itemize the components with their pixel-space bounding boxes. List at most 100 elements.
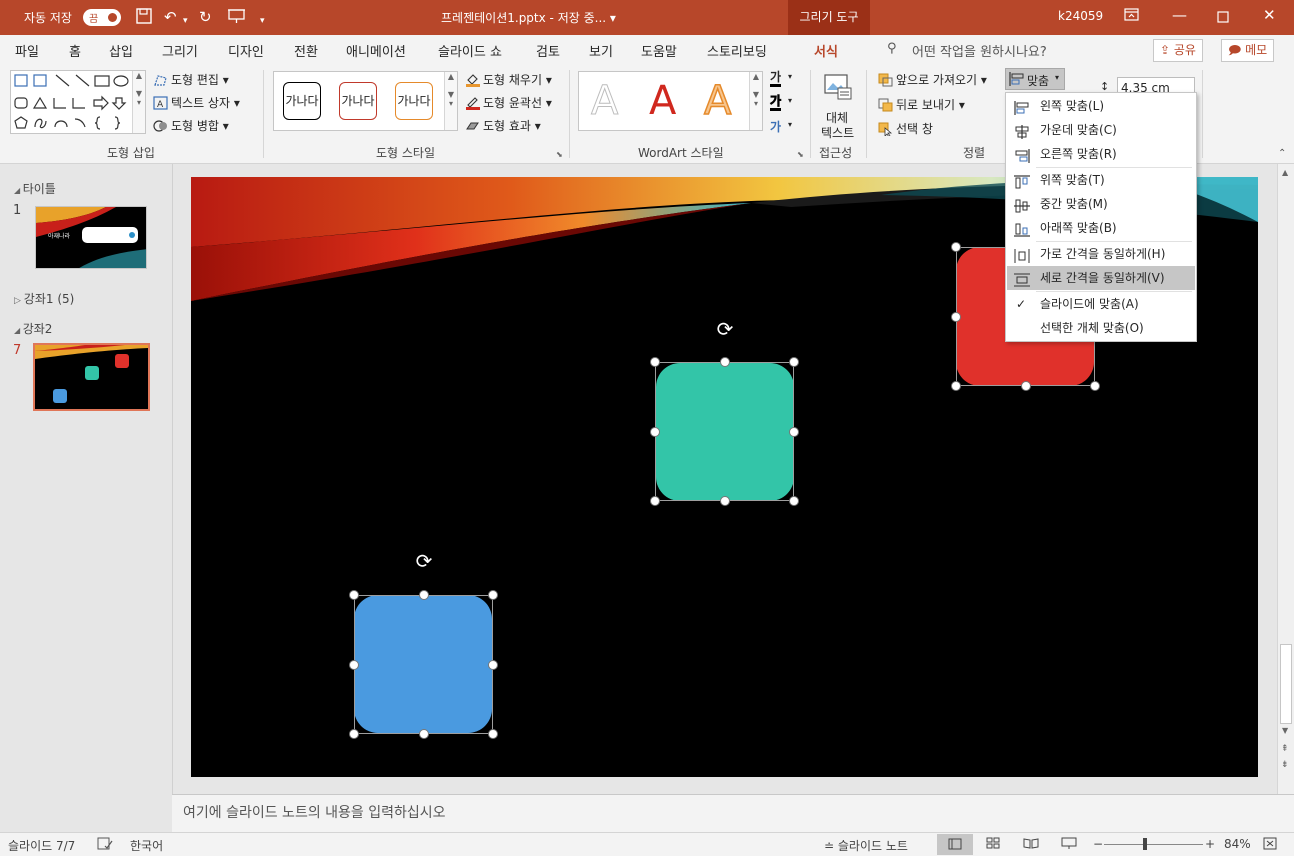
shape-style-preset-red[interactable]: 가나다	[339, 82, 377, 120]
next-slide-icon[interactable]: ⇟	[1281, 760, 1289, 770]
tab-transitions[interactable]: 전환	[294, 41, 318, 60]
collapse-ribbon-icon[interactable]: ⌃	[1278, 148, 1286, 159]
close-icon[interactable]: ✕	[1263, 6, 1276, 24]
tell-me-input[interactable]: 어떤 작업을 원하시나요?	[912, 41, 1047, 60]
teal-resize-handle-tr[interactable]	[789, 357, 799, 367]
send-backward-button[interactable]: 뒤로 보내기 ▾	[878, 96, 965, 113]
blue-resize-handle-tm[interactable]	[418, 590, 429, 600]
save-icon[interactable]	[136, 8, 152, 28]
slide-thumbnail-1[interactable]: 아재나라	[35, 206, 147, 269]
undo-icon[interactable]: ↶	[164, 8, 177, 26]
shape-styles-gallery[interactable]: 가나다 가나다 가나다 ▲ ▼ ▾	[273, 71, 458, 131]
shape-outline-button[interactable]: 도형 윤곽선 ▾	[465, 94, 552, 111]
red-resize-handle-bm[interactable]	[1020, 381, 1031, 391]
fit-to-window-icon[interactable]	[1263, 837, 1277, 853]
align-button[interactable]: 맞춤 ▾	[1005, 68, 1065, 90]
teal-rounded-square[interactable]	[656, 363, 794, 501]
shape-style-preset-black[interactable]: 가나다	[283, 82, 321, 120]
shape-style-preset-orange[interactable]: 가나다	[395, 82, 433, 120]
shapes-gallery[interactable]: ▲ ▼ ▾	[10, 70, 146, 134]
red-resize-handle-ml[interactable]	[951, 311, 961, 322]
red-resize-handle-bl[interactable]	[951, 381, 961, 391]
teal-resize-handle-tm[interactable]	[719, 357, 730, 367]
tab-review[interactable]: 검토	[536, 41, 560, 60]
user-name[interactable]: k24059	[1058, 9, 1103, 23]
redo-icon[interactable]: ↻	[199, 8, 212, 26]
reading-view-icon[interactable]	[1023, 837, 1039, 852]
slide-sorter-icon[interactable]	[986, 837, 1000, 852]
teal-rotate-handle-icon[interactable]: ⟳	[714, 318, 736, 340]
section-title[interactable]: ◢ 타이틀	[14, 180, 56, 197]
teal-resize-handle-mr[interactable]	[789, 426, 799, 437]
text-effects-button[interactable]: 가	[770, 118, 781, 135]
text-outline-dropdown-icon[interactable]: ▾	[788, 96, 792, 105]
blue-resize-handle-tl[interactable]	[349, 590, 359, 600]
menu-align-top[interactable]: 위쪽 맞춤(T)	[1007, 168, 1195, 192]
zoom-slider-track[interactable]	[1104, 844, 1203, 845]
text-fill-button[interactable]: 가	[770, 70, 782, 87]
edit-shape-button[interactable]: 도형 편집 ▾	[153, 71, 229, 88]
teal-resize-handle-br[interactable]	[789, 496, 799, 506]
share-button[interactable]: ⇪ 공유	[1153, 39, 1203, 62]
blue-rounded-square[interactable]	[354, 595, 492, 733]
shapes-gallery-scroll[interactable]: ▲ ▼ ▾	[132, 71, 145, 133]
wordart-preset-red[interactable]: A	[649, 78, 676, 124]
teal-resize-handle-bl[interactable]	[650, 496, 660, 506]
zoom-slider-thumb[interactable]	[1143, 838, 1147, 850]
menu-align-bottom[interactable]: 아래쪽 맞춤(B)	[1007, 216, 1195, 240]
shape-fill-button[interactable]: 도형 채우기 ▾	[465, 71, 552, 88]
text-fill-dropdown-icon[interactable]: ▾	[788, 72, 792, 81]
vertical-scrollbar[interactable]: ▲ ▼ ⇞ ⇟	[1277, 164, 1294, 794]
minimize-icon[interactable]: —	[1172, 6, 1187, 24]
menu-distribute-vertically[interactable]: 세로 간격을 동일하게(V)	[1007, 266, 1195, 290]
teal-resize-handle-bm[interactable]	[719, 496, 730, 506]
blue-resize-handle-bl[interactable]	[349, 729, 359, 739]
tab-file[interactable]: 파일	[15, 41, 39, 60]
search-icon[interactable]: ⚲	[887, 41, 897, 56]
scroll-up-icon[interactable]: ▲	[1282, 168, 1288, 177]
tab-design[interactable]: 디자인	[228, 41, 264, 60]
blue-resize-handle-tr[interactable]	[488, 590, 498, 600]
tab-insert[interactable]: 삽입	[109, 41, 133, 60]
tab-help[interactable]: 도움말	[641, 41, 677, 60]
red-resize-handle-tl[interactable]	[951, 242, 961, 252]
start-slideshow-icon[interactable]	[228, 8, 246, 28]
menu-align-selected-objects[interactable]: 선택한 개체 맞춤(O)	[1007, 316, 1195, 340]
wordart-launcher-icon[interactable]: ⬊	[797, 150, 804, 159]
menu-align-middle[interactable]: 중간 맞춤(M)	[1007, 192, 1195, 216]
blue-resize-handle-mr[interactable]	[488, 659, 498, 670]
section-lesson-1[interactable]: ▷ 강좌1 (5)	[14, 290, 74, 307]
customize-qat-icon[interactable]: ▾	[260, 12, 265, 30]
shape-effects-button[interactable]: 도형 효과 ▾	[465, 117, 541, 134]
menu-align-left[interactable]: 왼쪽 맞춤(L)	[1007, 94, 1195, 118]
comments-button[interactable]: 🗩 메모	[1221, 39, 1275, 62]
wordart-preset-orange[interactable]: A	[703, 77, 732, 125]
maximize-icon[interactable]	[1217, 9, 1229, 27]
language-indicator[interactable]: 한국어	[130, 837, 163, 854]
section-lesson-2[interactable]: ◢ 강좌2	[14, 320, 52, 337]
text-effects-dropdown-icon[interactable]: ▾	[788, 120, 792, 129]
wordart-preset-white[interactable]: A	[590, 78, 618, 125]
merge-shapes-button[interactable]: 도형 병합 ▾	[153, 117, 229, 134]
menu-align-to-slide[interactable]: ✓ 슬라이드에 맞춤(A)	[1007, 292, 1195, 316]
blue-resize-handle-ml[interactable]	[349, 659, 359, 670]
notes-pane[interactable]: 여기에 슬라이드 노트의 내용을 입력하십시오	[172, 794, 1294, 832]
text-outline-button[interactable]: 가	[770, 94, 781, 111]
normal-view-button[interactable]	[937, 834, 973, 855]
menu-distribute-horizontally[interactable]: 가로 간격을 동일하게(H)	[1007, 242, 1195, 266]
teal-resize-handle-ml[interactable]	[650, 426, 660, 437]
tab-animations[interactable]: 애니메이션	[346, 41, 406, 60]
undo-dropdown-icon[interactable]: ▾	[183, 12, 188, 30]
blue-resize-handle-bm[interactable]	[418, 729, 429, 739]
document-title[interactable]: 프레젠테이션1.pptx - 저장 중... ▾	[441, 9, 616, 26]
text-box-button[interactable]: A 텍스트 상자 ▾	[153, 94, 240, 111]
tab-storyboarding[interactable]: 스토리보딩	[707, 41, 767, 60]
zoom-in-icon[interactable]: +	[1205, 837, 1215, 851]
tab-home[interactable]: 홈	[69, 41, 81, 60]
scroll-thumb[interactable]	[1280, 644, 1292, 724]
alt-text-button[interactable]: 대체 텍스트	[816, 70, 860, 140]
blue-rotate-handle-icon[interactable]: ⟳	[413, 550, 435, 572]
autosave-toggle[interactable]: 끔	[83, 9, 121, 26]
wordart-gallery[interactable]: A A A ▲ ▼ ▾	[578, 71, 763, 131]
wordart-scroll[interactable]: ▲ ▼ ▾	[749, 72, 762, 130]
